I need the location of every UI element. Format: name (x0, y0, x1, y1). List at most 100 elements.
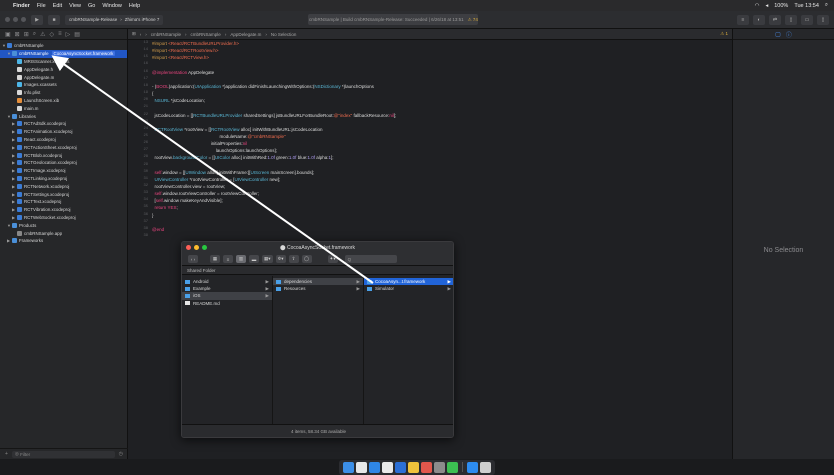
navigator-row[interactable]: ▶ RCTAdSdk.xcodeproj (0, 120, 127, 128)
app-store-icon[interactable] (467, 461, 478, 473)
test-navigator-icon[interactable]: ◇ (50, 31, 55, 38)
navigator-row[interactable]: ▼ cmbRNSample CocoaAsyncSocket.framework (0, 49, 127, 58)
finder-window[interactable]: ⬤ CocoaAsyncSocket.framework ‹ › ▦ ≡ ▥ ▬… (181, 241, 454, 438)
finder-item[interactable]: Example ▶ (182, 285, 272, 292)
jumpbar-path-2[interactable]: AppDelegate.m (230, 32, 261, 37)
action-gear-button[interactable]: ✲▾ (275, 255, 286, 263)
add-icon[interactable]: + (5, 451, 8, 457)
navigator-row[interactable]: ▶ RCTSettings.xcodeproj (0, 190, 127, 198)
navigator-row[interactable]: ▶ RCTAnimation.xcodeproj (0, 128, 127, 136)
navigator-row[interactable]: ▶ RCTVibration.xcodeproj (0, 206, 127, 214)
jumpbar-path-1[interactable]: cmbRNSample (191, 32, 221, 37)
navigator-row[interactable]: ▶ RCTNetwork.xcodeproj (0, 182, 127, 190)
icon-view-button[interactable]: ▦ (210, 255, 220, 263)
assistant-editor-button[interactable]: ◐ (753, 14, 765, 25)
navigator-row[interactable]: ▶ React.xcodeproj (0, 136, 127, 144)
menu-file[interactable]: File (37, 3, 46, 9)
forward-icon[interactable]: › (145, 32, 147, 37)
navigator-row[interactable]: ▼ Libraries (0, 112, 127, 120)
navigator-row[interactable]: ▶ RCTActionSheet.xcodeproj (0, 143, 127, 151)
issue-navigator-icon[interactable]: ⚠ (40, 31, 45, 38)
navigator-row[interactable]: LaunchScreen.xib (0, 97, 127, 105)
navigator-row[interactable]: Images.xcassets (0, 81, 127, 89)
finder-item[interactable]: README.md (182, 300, 272, 307)
system-preferences-icon[interactable] (434, 461, 445, 473)
back-icon[interactable]: ‹ (140, 32, 142, 37)
close-window-icon[interactable] (5, 17, 10, 22)
file-inspector-icon[interactable]: ▢ (775, 31, 781, 38)
chrome-icon[interactable] (356, 461, 367, 473)
navigator-row[interactable]: ▼ cmbRNSample (0, 42, 127, 50)
wechat-icon[interactable] (447, 461, 458, 473)
navigator-row[interactable]: ▼ Products (0, 221, 127, 229)
trash-icon[interactable] (480, 461, 491, 473)
menu-view[interactable]: View (69, 3, 81, 9)
navigator-row[interactable]: AppDelegate.h (0, 65, 127, 73)
finder-titlebar[interactable]: ⬤ CocoaAsyncSocket.framework (182, 242, 453, 253)
standard-editor-button[interactable]: ≡ (737, 14, 749, 25)
toggle-debug-button[interactable]: ▭ (801, 14, 813, 25)
share-button[interactable]: ⇪ (288, 255, 299, 263)
project-navigator-icon[interactable]: ▣ (5, 31, 11, 38)
finder-item[interactable]: Android ▶ (182, 278, 272, 285)
clock[interactable]: Tue 13:54 (794, 3, 819, 9)
xcode-icon[interactable] (395, 461, 406, 473)
wifi-icon[interactable]: ◠ (755, 3, 760, 9)
navigator-row[interactable]: ▶ RCTLinking.xcodeproj (0, 175, 127, 183)
warning-count[interactable]: ⚠ 74 (468, 17, 478, 23)
menu-edit[interactable]: Edit (53, 3, 62, 9)
navigator-row[interactable]: Info.plist (0, 89, 127, 97)
stop-button[interactable]: ■ (48, 14, 60, 25)
safari-icon[interactable] (369, 461, 380, 473)
music-icon[interactable] (421, 461, 432, 473)
gallery-view-button[interactable]: ▬ (249, 255, 259, 263)
column-view-button[interactable]: ▥ (236, 255, 246, 263)
minimize-window-icon[interactable] (13, 17, 18, 22)
navigator-row[interactable]: ▶ RCTText.xcodeproj (0, 198, 127, 206)
symbol-navigator-icon[interactable]: ⊞ (24, 31, 29, 38)
related-items-icon[interactable]: ⊞ (132, 31, 136, 37)
finder-item[interactable]: Resources ▶ (273, 285, 363, 292)
spotlight-icon[interactable]: ⌕ (825, 2, 828, 9)
finder-item[interactable]: Simulator ▶ (364, 285, 453, 292)
finder-item[interactable]: iOS ▶ (182, 292, 272, 300)
quick-help-icon[interactable]: ⓘ (786, 30, 792, 39)
jumpbar-path-0[interactable]: cmbRNSample (151, 32, 181, 37)
finder-icon[interactable] (343, 461, 354, 473)
dropbox-button[interactable]: ✦▾ (327, 255, 338, 263)
navigator-row[interactable]: ▶ RCTImage.xcodeproj (0, 167, 127, 175)
battery-percent[interactable]: 100% (774, 3, 788, 9)
tags-button[interactable]: ◯ (301, 255, 312, 263)
volume-icon[interactable]: ◂ (765, 3, 768, 9)
report-navigator-icon[interactable]: ▤ (74, 31, 80, 38)
navigator-row[interactable]: ▶ RCTGeolocation.xcodeproj (0, 159, 127, 167)
navigator-row[interactable]: ▶ RCTWebSocket.xcodeproj (0, 214, 127, 222)
navigator-row[interactable]: main.m (0, 104, 127, 112)
finder-search-input[interactable]: Q (344, 255, 397, 263)
qq-icon[interactable] (382, 461, 393, 473)
jumpbar-path-3[interactable]: No Selection (271, 32, 297, 37)
find-navigator-icon[interactable]: ⌕ (33, 31, 36, 38)
zoom-window-icon[interactable] (21, 17, 26, 22)
group-button[interactable]: ▦▾ (262, 255, 273, 263)
toggle-navigator-button[interactable]: ▯ (785, 14, 797, 25)
menu-finder[interactable]: Finder (13, 3, 30, 9)
filter-input[interactable]: ◎ Filter (11, 450, 115, 458)
breakpoint-navigator-icon[interactable]: ▷ (66, 31, 71, 38)
jumpbar-warning[interactable]: ⚠ 1 (720, 31, 728, 37)
finder-item[interactable]: CocoaAsyn...t.framework ▶ (364, 278, 453, 286)
navigator-row[interactable]: ▶ Frameworks (0, 237, 127, 245)
navigator-row[interactable]: cmbRNSample.app (0, 229, 127, 237)
version-editor-button[interactable]: ⇄ (769, 14, 781, 25)
toggle-inspector-button[interactable]: ▯ (817, 14, 829, 25)
menu-window[interactable]: Window (102, 3, 122, 9)
scheme-selector[interactable]: cmbRNSample-Release › Zhima's iPhone 7 (65, 14, 164, 25)
navigator-row[interactable]: MRISScanner.xcassets (0, 58, 127, 66)
menu-help[interactable]: Help (129, 3, 140, 9)
navigator-row[interactable]: AppDelegate.m (0, 73, 127, 81)
run-button[interactable]: ▶ (31, 14, 43, 25)
finder-item[interactable]: dependencies ▶ (273, 278, 363, 286)
menu-go[interactable]: Go (88, 3, 95, 9)
source-control-icon[interactable]: ⊠ (15, 31, 20, 38)
debug-navigator-icon[interactable]: ≡ (58, 31, 62, 37)
